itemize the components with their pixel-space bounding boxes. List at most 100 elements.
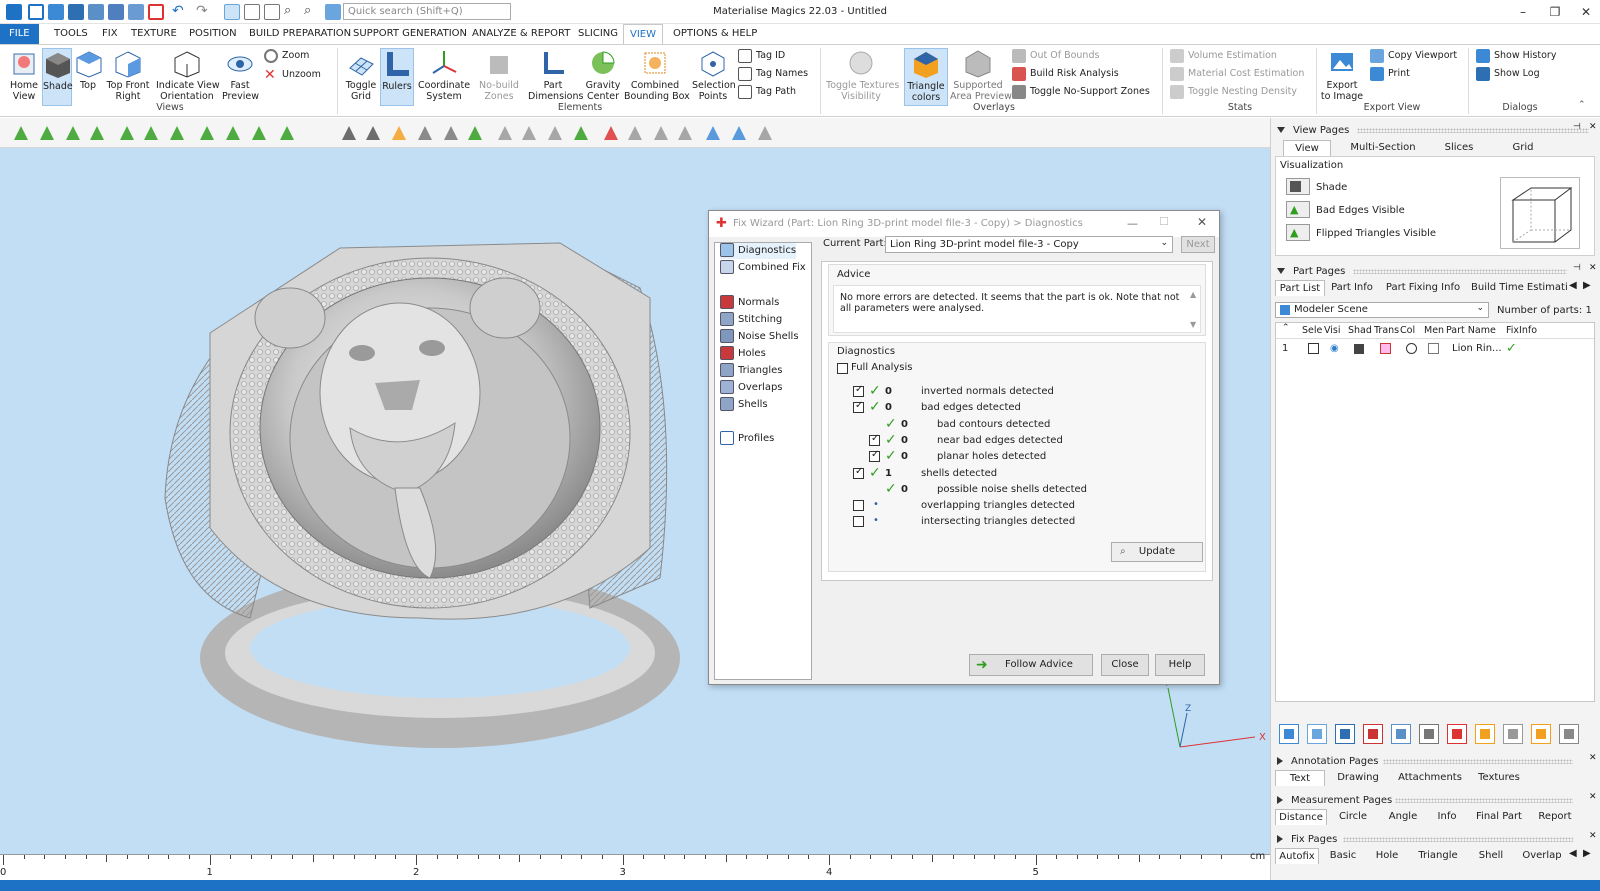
part-tool-button[interactable] [1391,724,1411,744]
mark-tool-icon[interactable] [676,124,694,142]
mark-tool-icon[interactable] [390,124,408,142]
mark-tool-icon[interactable] [64,124,82,142]
part-tool-button[interactable] [1503,724,1523,744]
toggle-nesting-density-button[interactable]: Toggle Nesting Density [1170,84,1297,100]
tabs-scroll-left-icon[interactable]: ◀ [1569,280,1577,291]
mark-tool-icon[interactable] [756,124,774,142]
nav-noise-shells[interactable]: Noise Shells [720,329,799,345]
new-file-icon[interactable] [28,4,44,20]
column-header[interactable]: Col [1400,325,1415,336]
tab-drawing[interactable]: Drawing [1333,770,1383,786]
nav-shells[interactable]: Shells [720,397,768,413]
tab-triangle[interactable]: Triangle [1413,848,1463,864]
mark-tool-icon[interactable] [730,124,748,142]
dialog-minimize-button[interactable]: — [1127,217,1138,230]
mark-tool-icon[interactable] [416,124,434,142]
diagnostic-checkbox[interactable] [853,516,864,528]
diagnostic-checkbox[interactable]: ✓ [869,449,880,463]
mark-tool-icon[interactable] [520,124,538,142]
tab-final-part[interactable]: Final Part [1471,809,1527,825]
bad-edges-toggle[interactable]: ▲ [1286,201,1310,218]
export-to-image-button[interactable]: Export to Image [1320,48,1364,102]
shade-button[interactable]: Shade [42,48,73,106]
select-checkbox[interactable] [1308,343,1319,354]
tab-build-preparation[interactable]: BUILD PREPARATION [243,24,357,44]
scene-select[interactable]: Modeler Scene ⌄ [1275,302,1489,318]
nav-holes[interactable]: Holes [720,346,766,362]
advice-textarea[interactable]: No more errors are detected. It seems th… [833,285,1201,333]
tag-id-button[interactable]: Tag ID [738,48,785,64]
diagnostic-checkbox[interactable] [853,500,864,512]
part-tool-button[interactable] [1419,724,1439,744]
export-icon[interactable] [128,4,144,20]
tab-attachments[interactable]: Attachments [1397,770,1463,786]
tab-view[interactable]: VIEW [623,24,663,44]
mark-tool-icon[interactable] [142,124,160,142]
indicate-view-orientation-button[interactable]: Indicate View Orientation [156,48,220,102]
part-dimensions-button[interactable]: Part Dimensions [528,48,583,102]
view-pages-header[interactable]: View Pages [1277,125,1349,136]
shade-cube-small-icon[interactable] [1354,344,1364,354]
top-front-right-button[interactable]: Top Front Right [104,48,152,102]
save-as-icon[interactable] [88,4,104,20]
tab-grid[interactable]: Grid [1503,140,1543,156]
tab-textures[interactable]: Textures [1471,770,1527,786]
part-tool-button[interactable] [1335,724,1355,744]
tab-text[interactable]: Text [1275,770,1325,786]
pin-icon[interactable]: ⊣ [1573,122,1581,132]
mark-tool-icon[interactable] [168,124,186,142]
collapse-ribbon-icon[interactable]: ⌃ [1578,100,1586,110]
mark-tool-icon[interactable] [198,124,216,142]
mark-tool-icon[interactable] [466,124,484,142]
column-header[interactable]: Sele [1302,325,1322,336]
mark-tool-icon[interactable] [38,124,56,142]
part-tool-button[interactable] [1279,724,1299,744]
zoom-icon[interactable]: ⌕ [284,4,300,20]
close-button[interactable]: Close [1101,654,1149,676]
full-analysis-checkbox[interactable] [837,363,848,374]
no-build-zones-button[interactable]: No-build Zones [478,48,520,102]
show-log-button[interactable]: Show Log [1476,66,1540,82]
close-parts-icon[interactable]: ✕ [1589,263,1597,273]
fix-tabs-left-icon[interactable]: ◀ [1569,848,1577,859]
mark-tool-icon[interactable] [12,124,30,142]
mark-tool-icon[interactable] [118,124,136,142]
nav-diagnostics[interactable]: Diagnostics [720,243,797,259]
tabs-scroll-right-icon[interactable]: ▶ [1583,280,1591,291]
quick-search-input[interactable]: Quick search (Shift+Q) [343,3,511,20]
copy-viewport-button[interactable]: Copy Viewport [1370,48,1457,64]
mark-tool-icon[interactable] [704,124,722,142]
column-header[interactable]: Shad [1348,325,1372,336]
mark-tool-icon[interactable] [496,124,514,142]
save-icon[interactable] [68,4,84,20]
mark-tool-icon[interactable] [602,124,620,142]
fix-pages-header[interactable]: Fix Pages [1277,834,1337,845]
fast-preview-button[interactable]: Fast Preview [222,48,259,102]
fix-tabs-right-icon[interactable]: ▶ [1583,848,1591,859]
diagnostic-checkbox[interactable]: ✓ [869,433,880,446]
transparency-icon[interactable] [1380,343,1391,354]
column-header[interactable]: Visi [1324,325,1341,336]
show-history-button[interactable]: Show History [1476,48,1556,64]
toggle-grid-button[interactable]: Toggle Grid [344,48,378,102]
zoom-tool-icon[interactable]: ⌕ [304,4,320,20]
tab-slicing[interactable]: SLICING [572,24,624,44]
dialog-maximize-button[interactable]: ☐ [1159,215,1169,228]
select-triangle-icon[interactable] [264,4,280,20]
follow-advice-button[interactable]: ➜ Follow Advice [969,654,1093,676]
part-tool-button[interactable] [1307,724,1327,744]
part-tool-button[interactable] [1363,724,1383,744]
next-button[interactable]: Next [1181,236,1215,253]
tab-autofix[interactable]: Autofix [1275,848,1319,864]
color-circle-icon[interactable] [1406,343,1417,354]
mark-tool-icon[interactable] [224,124,242,142]
nav-overlaps[interactable]: Overlaps [720,380,783,396]
tab-view-page[interactable]: View [1283,140,1331,156]
mark-tool-icon[interactable] [652,124,670,142]
mark-tool-icon[interactable] [442,124,460,142]
close-annotation-icon[interactable]: ✕ [1589,753,1597,763]
supported-area-preview-button[interactable]: Supported Area Preview [950,48,1012,102]
nav-combined-fix[interactable]: Combined Fix [720,260,806,276]
mark-tool-icon[interactable] [572,124,590,142]
help-button[interactable]: Help [1155,654,1205,676]
